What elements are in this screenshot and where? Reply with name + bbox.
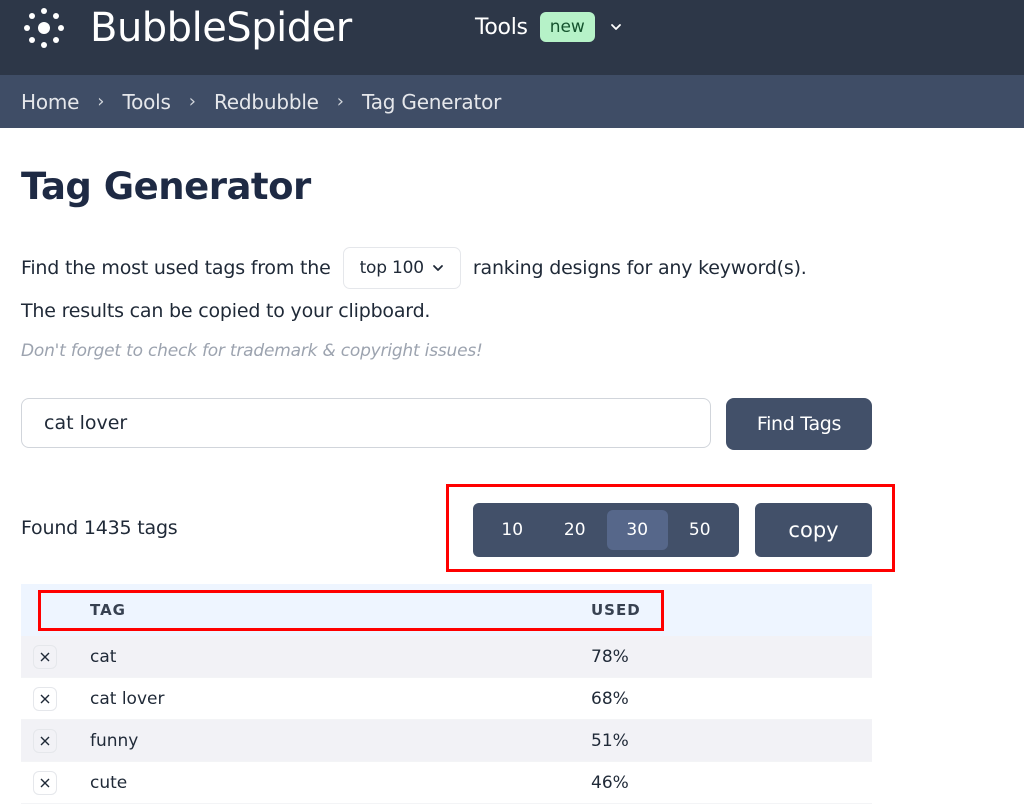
close-icon (40, 652, 50, 662)
ranking-select[interactable]: top 100 (342, 247, 461, 289)
close-icon (40, 778, 50, 788)
breadcrumb-home[interactable]: Home (21, 90, 79, 114)
trademark-warning: Don't forget to check for trademark & co… (21, 341, 483, 361)
highlight-annotation-header (38, 590, 664, 631)
remove-tag-button[interactable] (33, 729, 57, 753)
tag-used-percent: 51% (591, 731, 629, 751)
table-row: cat 78% (21, 636, 872, 678)
chevron-down-icon (610, 24, 621, 30)
description-suffix: ranking designs for any keyword(s). (472, 257, 807, 279)
count-option-20[interactable]: 20 (545, 510, 606, 550)
remove-tag-button[interactable] (33, 687, 57, 711)
breadcrumb-separator: › (97, 91, 105, 112)
found-tags-count: Found 1435 tags (21, 517, 178, 539)
tag-count-selector: 10 20 30 50 (473, 503, 739, 557)
nav-tools-label: Tools (475, 14, 528, 40)
new-badge: new (539, 12, 595, 42)
breadcrumb-tag-generator: Tag Generator (361, 89, 502, 114)
clipboard-note: The results can be copied to your clipbo… (21, 300, 431, 322)
find-tags-button[interactable]: Find Tags (726, 398, 872, 450)
breadcrumb-tools[interactable]: Tools (122, 90, 170, 114)
breadcrumb: Home › Tools › Redbubble › Tag Generator (0, 75, 1024, 128)
breadcrumb-separator: › (188, 91, 196, 112)
count-option-30[interactable]: 30 (607, 510, 668, 550)
chevron-down-icon (432, 265, 443, 271)
tag-name: cute (90, 773, 128, 793)
breadcrumb-separator: › (336, 91, 344, 112)
count-option-10[interactable]: 10 (482, 510, 543, 550)
copy-button[interactable]: copy (755, 503, 872, 557)
table-row: cute 46% (21, 762, 872, 804)
close-icon (40, 694, 50, 704)
tag-used-percent: 46% (591, 773, 629, 793)
nav-tools-menu[interactable]: Tools new (475, 10, 623, 44)
tag-name: funny (90, 731, 139, 751)
tag-used-percent: 78% (591, 647, 629, 667)
table-row: cat lover 68% (21, 678, 872, 720)
tag-name: cat lover (90, 689, 165, 709)
ranking-select-value: top 100 (359, 258, 425, 278)
description-line: Find the most used tags from the top 100… (21, 247, 807, 289)
keyword-search-input[interactable] (21, 398, 711, 448)
close-icon (40, 736, 50, 746)
remove-tag-button[interactable] (33, 645, 57, 669)
breadcrumb-redbubble[interactable]: Redbubble (214, 90, 319, 114)
bubble-dots-logo-icon[interactable] (20, 4, 68, 52)
tag-used-percent: 68% (591, 689, 629, 709)
top-header: BubbleSpider Tools new (0, 0, 1024, 75)
page-title: Tag Generator (21, 165, 311, 208)
description-prefix: Find the most used tags from the (21, 257, 331, 279)
tag-name: cat (90, 647, 117, 667)
remove-tag-button[interactable] (33, 771, 57, 795)
table-row: funny 51% (21, 720, 872, 762)
brand-name[interactable]: BubbleSpider (90, 4, 352, 52)
count-option-50[interactable]: 50 (670, 510, 731, 550)
